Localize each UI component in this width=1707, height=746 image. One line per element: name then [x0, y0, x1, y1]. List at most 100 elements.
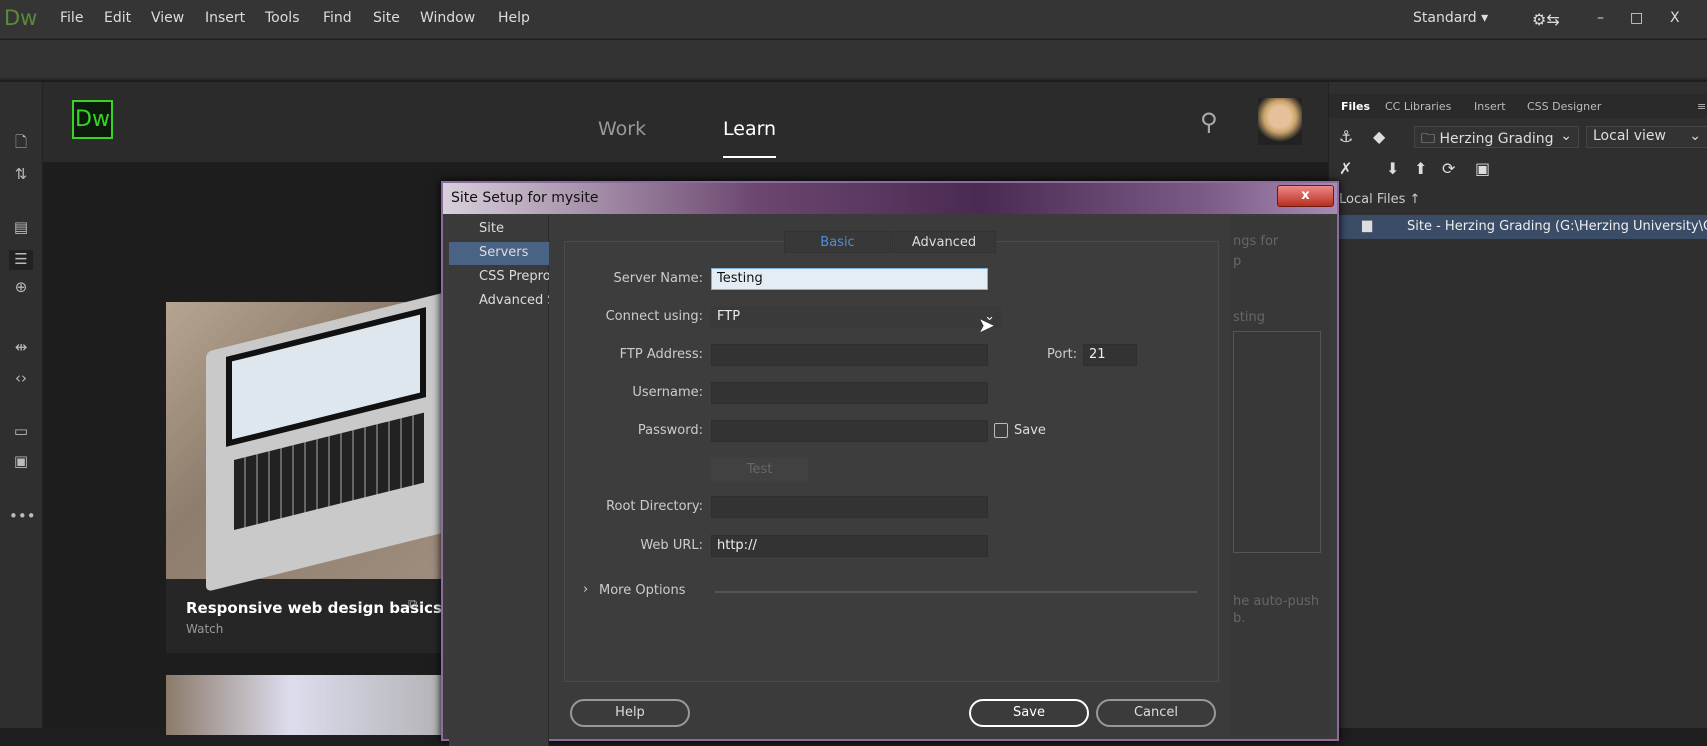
site-setup-dialog: Site Setup for mysite x Site Servers CSS… [441, 181, 1339, 746]
tab-basic[interactable]: Basic [784, 231, 891, 253]
connect-using-label: Connect using: [605, 309, 703, 324]
avatar[interactable] [1258, 98, 1302, 145]
more-options-toggle[interactable]: More Options [599, 583, 686, 598]
category-site[interactable]: Site [449, 218, 549, 241]
card-subtitle: Watch [186, 622, 224, 636]
folder-icon: ▆ [1362, 218, 1372, 233]
files-panel: Files CC Libraries Insert CSS Designer ≡… [1328, 82, 1707, 728]
search-icon[interactable]: ⚲ [1200, 108, 1218, 136]
dialog-titlebar: Site Setup for mysite [443, 183, 1337, 214]
workspace-switcher[interactable]: Standard ▾ [1413, 10, 1488, 26]
menu-help[interactable]: Help [498, 10, 530, 26]
root-directory-label: Root Directory: [606, 499, 703, 514]
close-window-icon[interactable]: X [1670, 10, 1680, 26]
comment-icon[interactable]: ▭ [9, 422, 33, 442]
save-password-label: Save [1014, 423, 1046, 438]
menu-site[interactable]: Site [373, 10, 400, 26]
connect-using-select[interactable]: FTP ⌄ [711, 306, 1001, 328]
cancel-button[interactable]: Cancel [1096, 699, 1216, 727]
dialog-title: Site Setup for mysite [451, 190, 599, 206]
expand-panel-icon[interactable]: ▣ [1475, 159, 1490, 178]
site-select[interactable]: 🗀 Herzing Grading ⌄ [1414, 126, 1579, 148]
menu-window[interactable]: Window [420, 10, 475, 26]
ghost-text: p [1233, 254, 1242, 269]
target-icon[interactable]: ⊕ [9, 278, 33, 298]
code-tag-icon[interactable]: ‹› [9, 369, 33, 389]
tutorial-card-thumbnail-2[interactable] [166, 675, 476, 735]
local-files-header[interactable]: Local Files ↑ [1339, 192, 1420, 207]
file-transfer-icon[interactable]: ⇅ [9, 165, 33, 185]
put-files-icon[interactable]: ⬆ [1414, 159, 1427, 178]
workspace-label: Standard [1413, 10, 1477, 26]
menu-bar: Dw File Edit View Insert Tools Find Site… [0, 0, 1707, 39]
save-button[interactable]: Save [969, 699, 1089, 727]
ghost-text: ngs for [1233, 234, 1279, 249]
tab-files[interactable]: Files [1341, 100, 1370, 113]
server-name-label: Server Name: [613, 271, 704, 286]
save-password-checkbox[interactable] [994, 423, 1008, 438]
background-site-panel: ngs for p sting he auto-push b. [1231, 216, 1331, 736]
ghost-text: sting [1233, 310, 1265, 325]
chevron-right-icon[interactable]: › [583, 582, 588, 597]
help-button[interactable]: Help [570, 699, 690, 727]
tab-css-designer[interactable]: CSS Designer [1527, 100, 1601, 113]
comment-settings-icon[interactable]: ▣ [9, 452, 33, 472]
tutorial-card[interactable]: Responsive web design basics ⧉ Watch [166, 292, 476, 653]
dw-logo: Dw [72, 100, 113, 139]
menu-view[interactable]: View [151, 10, 184, 26]
get-files-icon[interactable]: ⬇ [1386, 159, 1399, 178]
external-link-icon[interactable]: ⧉ [408, 597, 417, 612]
tab-cc-libraries[interactable]: CC Libraries [1385, 100, 1451, 113]
mouse-cursor-icon: ➤ [978, 313, 995, 337]
tab-learn[interactable]: Learn [723, 118, 777, 158]
port-label: Port: [1047, 347, 1078, 362]
disconnect-icon[interactable]: ✗ [1339, 159, 1352, 178]
maximize-icon[interactable]: □ [1630, 10, 1643, 26]
tab-work[interactable]: Work [598, 118, 646, 140]
tab-advanced[interactable]: Advanced [892, 231, 996, 253]
site-select-value: Herzing Grading [1439, 131, 1554, 147]
divider [715, 591, 1197, 593]
server-name-input[interactable]: Testing [711, 268, 988, 290]
menu-find[interactable]: Find [323, 10, 352, 26]
view-select[interactable]: Local view ⌄ [1586, 126, 1707, 148]
test-button[interactable]: Test [711, 458, 808, 482]
tab-insert[interactable]: Insert [1474, 100, 1506, 113]
start-screen-header: Dw Work Learn ⚲ [43, 82, 1328, 162]
category-servers[interactable]: Servers [449, 242, 549, 265]
view-select-value: Local view [1593, 128, 1666, 144]
menu-edit[interactable]: Edit [104, 10, 131, 26]
password-input[interactable] [711, 420, 988, 442]
ghost-text: he auto-push [1233, 594, 1320, 609]
site-row[interactable]: ▆ Site - Herzing Grading (G:\Herzing Uni… [1329, 215, 1707, 239]
menu-file[interactable]: File [60, 10, 83, 26]
category-advanced-settings[interactable]: Advanced Settings [449, 290, 549, 313]
expand-icon[interactable]: ⇹ [9, 338, 33, 358]
app-logo: Dw [4, 6, 38, 30]
minimize-icon[interactable]: – [1597, 10, 1604, 26]
ftp-address-label: FTP Address: [619, 347, 703, 362]
port-input[interactable]: 21 [1083, 344, 1137, 366]
web-url-label: Web URL: [640, 538, 703, 553]
panel-menu-icon[interactable]: ≡ [1697, 100, 1706, 113]
new-file-icon[interactable]: 🗋 [9, 132, 33, 152]
connect-icon[interactable]: ⚓ [1339, 127, 1353, 146]
more-icon[interactable]: ••• [9, 507, 36, 527]
dom-icon[interactable]: ☰ [9, 250, 33, 270]
menu-insert[interactable]: Insert [205, 10, 245, 26]
web-url-input[interactable]: http:// [711, 535, 988, 557]
category-css-preprocessors[interactable]: CSS Preprocessors [449, 266, 549, 289]
menu-tools[interactable]: Tools [265, 10, 300, 26]
laptop-image [206, 292, 446, 592]
refresh-icon[interactable]: ⟳ [1442, 159, 1455, 178]
git-icon[interactable]: ◆ [1373, 127, 1385, 146]
ftp-address-input[interactable] [711, 344, 988, 366]
username-input[interactable] [711, 382, 988, 404]
root-directory-input[interactable] [711, 496, 988, 518]
sync-settings-icon[interactable]: ⚙⇆ [1532, 10, 1560, 29]
live-view-inspect-icon[interactable]: ▤ [9, 218, 33, 238]
left-toolbar: 🗋 ⇅ ▤ ☰ ⊕ ⇹ ‹› ▭ ▣ ••• [0, 82, 43, 728]
dialog-close-button[interactable]: x [1277, 185, 1334, 207]
document-toolbar [0, 40, 1707, 80]
card-thumbnail [166, 292, 476, 592]
